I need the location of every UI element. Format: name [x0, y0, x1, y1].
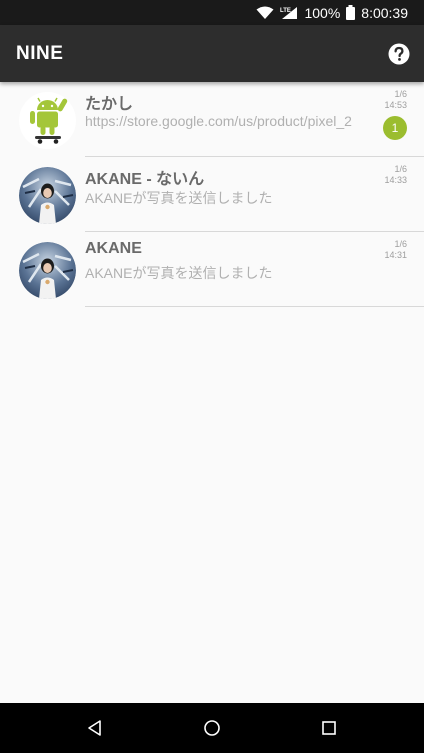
- chat-date: 1/6: [394, 164, 407, 174]
- status-bar: LTE 100% 8:00:39: [0, 0, 424, 25]
- chat-date: 1/6: [394, 89, 407, 99]
- help-icon[interactable]: [388, 43, 410, 65]
- avatar: [19, 242, 76, 299]
- chat-preview: AKANEが写真を送信しました: [85, 190, 273, 206]
- nav-bar: [0, 703, 424, 753]
- status-icons: LTE 100% 8:00:39: [256, 0, 408, 25]
- unread-badge: 1: [383, 116, 407, 140]
- battery-percent: 100%: [304, 4, 341, 21]
- app-bar: NINE: [0, 25, 424, 82]
- chat-time: 14:31: [384, 250, 407, 260]
- divider: [85, 306, 424, 307]
- photo-avatar-icon: [19, 167, 76, 224]
- chat-item-akane-nine[interactable]: AKANE - ないん AKANEが写真を送信しました 1/6 14:33: [0, 157, 424, 232]
- signal-icon: LTE: [280, 6, 298, 19]
- android-robot-icon: [19, 92, 76, 149]
- chat-preview: AKANEが写真を送信しました: [85, 265, 273, 281]
- chat-name: AKANE: [85, 240, 142, 257]
- chat-name: AKANE - ないん: [85, 171, 205, 188]
- app-title: NINE: [16, 43, 64, 64]
- chat-time: 14:53: [384, 100, 407, 110]
- chat-time: 14:33: [384, 175, 407, 185]
- chat-item-takashi[interactable]: たかし https://store.google.com/us/product/…: [0, 82, 424, 157]
- chat-list: たかし https://store.google.com/us/product/…: [0, 82, 424, 307]
- recents-icon[interactable]: [319, 718, 339, 738]
- chat-date: 1/6: [394, 239, 407, 249]
- photo-avatar-icon: [19, 242, 76, 299]
- clock: 8:00:39: [361, 4, 408, 21]
- chat-name: たかし: [85, 96, 134, 113]
- battery-icon: [346, 5, 356, 20]
- wifi-icon: [256, 6, 274, 19]
- chat-preview: https://store.google.com/us/product/pixe…: [85, 113, 352, 129]
- home-icon[interactable]: [202, 718, 222, 738]
- back-icon[interactable]: [85, 718, 105, 738]
- chat-item-akane[interactable]: AKANE AKANEが写真を送信しました 1/6 14:31: [0, 232, 424, 307]
- avatar: [19, 92, 76, 149]
- network-type-label: LTE: [280, 8, 291, 14]
- avatar: [19, 167, 76, 224]
